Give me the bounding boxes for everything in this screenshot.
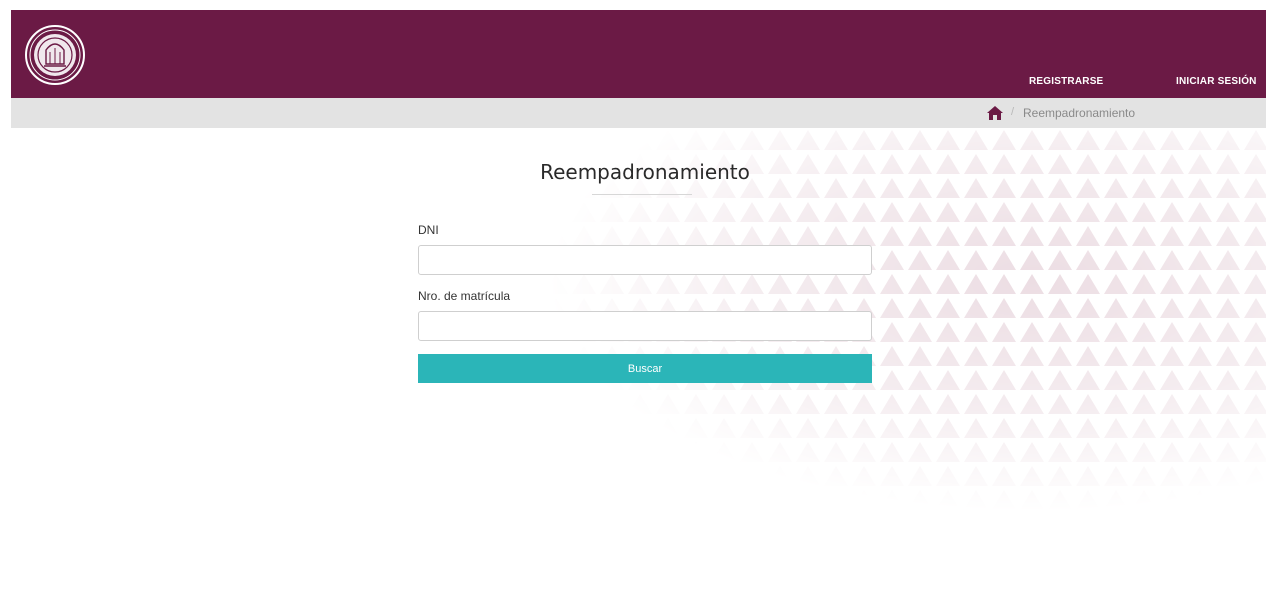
top-header: REGISTRARSE INICIAR SESIÓN — [11, 10, 1266, 98]
title-underline — [592, 194, 692, 195]
search-button[interactable]: Buscar — [418, 354, 872, 383]
login-link[interactable]: INICIAR SESIÓN — [1176, 76, 1257, 87]
home-icon[interactable] — [987, 106, 1003, 120]
breadcrumb: / Reempadronamiento — [11, 98, 1266, 128]
breadcrumb-current: Reempadronamiento — [1023, 106, 1136, 120]
page-title: Reempadronamiento — [540, 160, 750, 184]
institution-seal-logo[interactable] — [24, 24, 86, 86]
matricula-input[interactable] — [418, 311, 872, 341]
page: REGISTRARSE INICIAR SESIÓN / Reempadrona… — [0, 0, 1266, 593]
register-link[interactable]: REGISTRARSE — [1029, 76, 1103, 87]
dni-label: DNI — [418, 223, 439, 237]
dni-input[interactable] — [418, 245, 872, 275]
breadcrumb-separator: / — [1011, 106, 1015, 118]
matricula-label: Nro. de matrícula — [418, 289, 511, 303]
